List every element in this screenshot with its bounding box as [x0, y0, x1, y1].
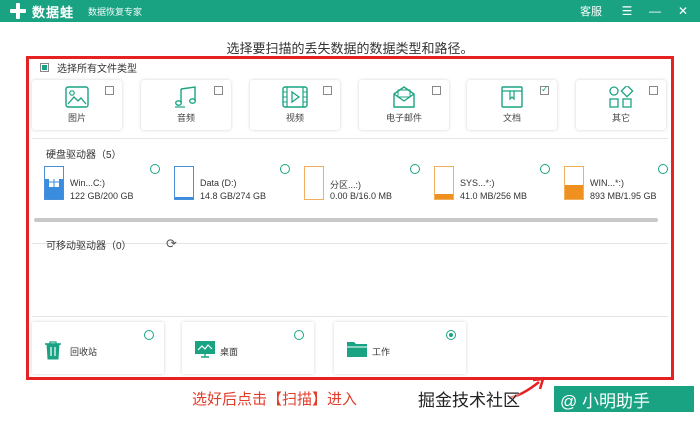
drive-name: 分区...:) [330, 180, 361, 190]
drive-size: 0.00 B/16.0 MB [330, 191, 393, 201]
drive-radio[interactable] [150, 164, 160, 174]
file-type-label: 视频 [285, 113, 304, 123]
page-title: 选择要扫描的丢失数据的数据类型和路径。 [226, 41, 474, 56]
location-label: 回收站 [70, 347, 98, 357]
other-icon [609, 86, 634, 108]
email-icon [393, 86, 415, 108]
file-type-label: 音频 [176, 113, 195, 123]
title-bar: 数据蛙 数据恢复专家 客服 ☰ — ✕ [0, 0, 700, 22]
windows-logo-icon [49, 177, 59, 187]
file-type-card-document[interactable]: 文档 [467, 80, 557, 130]
location-radio[interactable] [446, 330, 456, 340]
image-icon [65, 86, 89, 108]
drive-usage-fill [175, 197, 193, 199]
drives-horizontal-scrollbar[interactable] [34, 218, 658, 222]
drive-radio[interactable] [658, 164, 668, 174]
watermark-badge: @ 小明助手 [554, 386, 694, 412]
music-icon [175, 86, 196, 108]
file-type-checkbox[interactable] [323, 86, 332, 95]
support-link[interactable]: 客服 [580, 3, 602, 19]
select-all-label: 选择所有文件类型 [57, 64, 137, 75]
drive-radio[interactable] [540, 164, 550, 174]
app-tagline: 数据恢复专家 [88, 6, 143, 17]
close-icon[interactable]: ✕ [672, 0, 694, 22]
video-icon [282, 86, 308, 108]
drive-icon [564, 166, 584, 200]
file-type-checkbox[interactable] [432, 86, 441, 95]
drive-usage-fill [565, 184, 583, 199]
menu-icon[interactable]: ☰ [616, 0, 638, 22]
recycle-bin-icon [45, 341, 61, 360]
location-radio[interactable] [144, 330, 154, 340]
drive-name: Win...C:) [70, 178, 105, 188]
folder-icon [347, 342, 367, 357]
drive-icon [434, 166, 454, 200]
drive-size: 14.8 GB/274 GB [200, 191, 267, 201]
file-type-checkbox[interactable] [105, 86, 114, 95]
file-type-checkbox[interactable] [540, 84, 549, 95]
drive-usage-fill [435, 193, 453, 199]
document-icon [501, 86, 523, 108]
file-type-checkbox[interactable] [214, 86, 223, 95]
drive-name: WIN...*:) [590, 178, 624, 188]
drive-radio[interactable] [410, 164, 420, 174]
drive-icon [174, 166, 194, 200]
section-divider [32, 138, 668, 139]
location-work-folder[interactable]: 工作 [334, 322, 466, 374]
location-label: 桌面 [220, 347, 239, 357]
removable-drives-section-label: 可移动驱动器（0） [46, 241, 132, 252]
annotation-instruction: 选好后点击【扫描】进入 [192, 391, 358, 408]
section-divider [32, 316, 668, 317]
file-type-card-email[interactable]: 电子邮件 [359, 80, 449, 130]
location-label: 工作 [372, 347, 391, 357]
logo-cross-icon [8, 2, 28, 20]
drive-size: 122 GB/200 GB [70, 191, 134, 201]
drive-icon [44, 166, 64, 200]
file-type-label: 电子邮件 [385, 113, 422, 123]
drive-radio[interactable] [280, 164, 290, 174]
location-recycle-bin[interactable]: 回收站 [32, 322, 164, 374]
file-type-label: 图片 [67, 113, 86, 123]
desktop-icon [195, 341, 215, 358]
file-type-checkbox[interactable] [649, 86, 658, 95]
location-radio[interactable] [294, 330, 304, 340]
app-logo: 数据蛙 数据恢复专家 [8, 2, 142, 21]
app-name: 数据蛙 [32, 4, 75, 20]
location-desktop[interactable]: 桌面 [182, 322, 314, 374]
minimize-icon[interactable]: — [644, 0, 666, 22]
file-type-card-audio[interactable]: 音频 [141, 80, 231, 130]
drive-name: SYS...*:) [460, 178, 495, 188]
select-all-checkbox[interactable] [40, 63, 49, 72]
hard-drives-section-label: 硬盘驱动器（5） [46, 150, 122, 161]
drive-size: 41.0 MB/256 MB [460, 191, 528, 201]
file-type-label: 其它 [611, 113, 630, 123]
drive-size: 893 MB/1.95 GB [590, 191, 657, 201]
file-type-card-image[interactable]: 图片 [32, 80, 122, 130]
file-type-card-other[interactable]: 其它 [576, 80, 666, 130]
drive-icon [304, 166, 324, 200]
file-type-card-video[interactable]: 视频 [250, 80, 340, 130]
select-all-file-types[interactable]: 选择所有文件类型 [40, 60, 137, 75]
file-type-label: 文档 [502, 113, 521, 123]
watermark-text: 掘金技术社区 [418, 391, 520, 410]
drive-name: Data (D:) [200, 178, 237, 188]
refresh-icon[interactable]: ⟳ [166, 236, 177, 252]
